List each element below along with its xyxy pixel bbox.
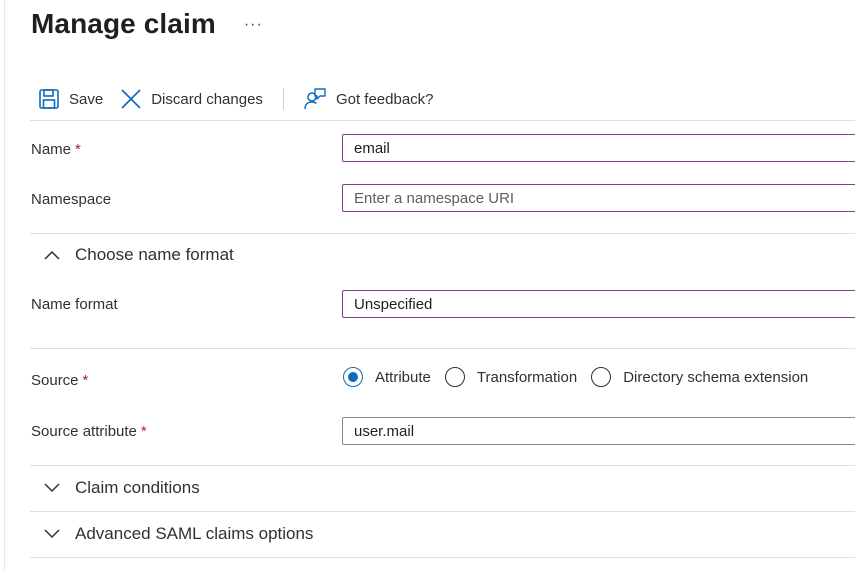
- claim-conditions-title: Claim conditions: [75, 478, 200, 497]
- source-attribute-label: Source attribute *: [31, 423, 147, 440]
- got-feedback-label: Got feedback?: [335, 90, 434, 108]
- discard-changes-button[interactable]: Discard changes: [120, 84, 263, 114]
- page-title: Manage claim: [31, 8, 216, 39]
- required-asterisk: *: [82, 372, 89, 389]
- choose-name-format-title: Choose name format: [75, 245, 234, 264]
- choose-name-format-toggle[interactable]: Choose name format: [44, 245, 234, 265]
- source-attribute-dropdown[interactable]: user.mail: [342, 417, 855, 445]
- section-divider: [30, 465, 855, 466]
- section-divider: [30, 348, 855, 349]
- chevron-down-icon: [44, 483, 75, 493]
- required-asterisk: *: [75, 141, 81, 158]
- title-row: Manage claim ···: [31, 4, 263, 44]
- source-label: Source *: [31, 372, 88, 389]
- save-label: Save: [69, 90, 104, 108]
- source-option-attribute-label: Attribute: [375, 368, 431, 386]
- blade-left-border: [4, 0, 5, 571]
- source-option-directory-schema-extension[interactable]: Directory schema extension: [591, 367, 808, 387]
- source-option-attribute[interactable]: Attribute: [343, 367, 431, 387]
- chevron-up-icon: [44, 250, 75, 260]
- source-attribute-label-text: Source attribute: [31, 423, 137, 440]
- toolbar-divider-line: [30, 120, 855, 121]
- section-divider: [30, 557, 855, 558]
- source-label-text: Source: [31, 372, 79, 389]
- name-format-value: Unspecified: [354, 295, 433, 313]
- required-asterisk: *: [140, 423, 147, 440]
- source-option-transformation-label: Transformation: [476, 368, 578, 386]
- got-feedback-button[interactable]: Got feedback?: [303, 84, 434, 114]
- close-icon: [120, 88, 142, 110]
- namespace-label: Namespace: [31, 191, 112, 208]
- radio-button[interactable]: [444, 367, 465, 387]
- save-icon: [38, 88, 60, 110]
- source-option-transformation[interactable]: Transformation: [444, 367, 578, 387]
- advanced-saml-claims-options-toggle[interactable]: Advanced SAML claims options: [44, 524, 313, 544]
- name-input[interactable]: [342, 134, 855, 162]
- manage-claim-page: Manage claim ··· Save Discard changes Go…: [0, 0, 855, 571]
- source-radio-group: Attribute Transformation Directory schem…: [343, 365, 822, 389]
- toolbar-divider: [282, 88, 284, 110]
- radio-button[interactable]: [591, 367, 612, 387]
- source-option-directory-schema-extension-label: Directory schema extension: [623, 368, 809, 386]
- radio-button-checked[interactable]: [343, 367, 363, 387]
- section-divider: [30, 511, 855, 512]
- section-divider: [30, 233, 855, 234]
- save-button[interactable]: Save: [38, 84, 103, 114]
- name-label-text: Name: [31, 141, 72, 158]
- source-attribute-value: user.mail: [354, 422, 415, 440]
- advanced-saml-claims-options-title: Advanced SAML claims options: [75, 524, 314, 543]
- discard-changes-label: Discard changes: [151, 90, 263, 108]
- name-label: Name *: [31, 141, 81, 158]
- name-format-dropdown[interactable]: Unspecified: [342, 290, 855, 318]
- command-bar: Save Discard changes Got feedback?: [38, 84, 434, 114]
- namespace-input[interactable]: [342, 184, 855, 212]
- more-options-button[interactable]: ···: [244, 16, 263, 34]
- claim-conditions-toggle[interactable]: Claim conditions: [44, 478, 200, 498]
- name-format-label: Name format: [31, 296, 118, 313]
- feedback-icon: [303, 87, 327, 111]
- chevron-down-icon: [44, 529, 75, 539]
